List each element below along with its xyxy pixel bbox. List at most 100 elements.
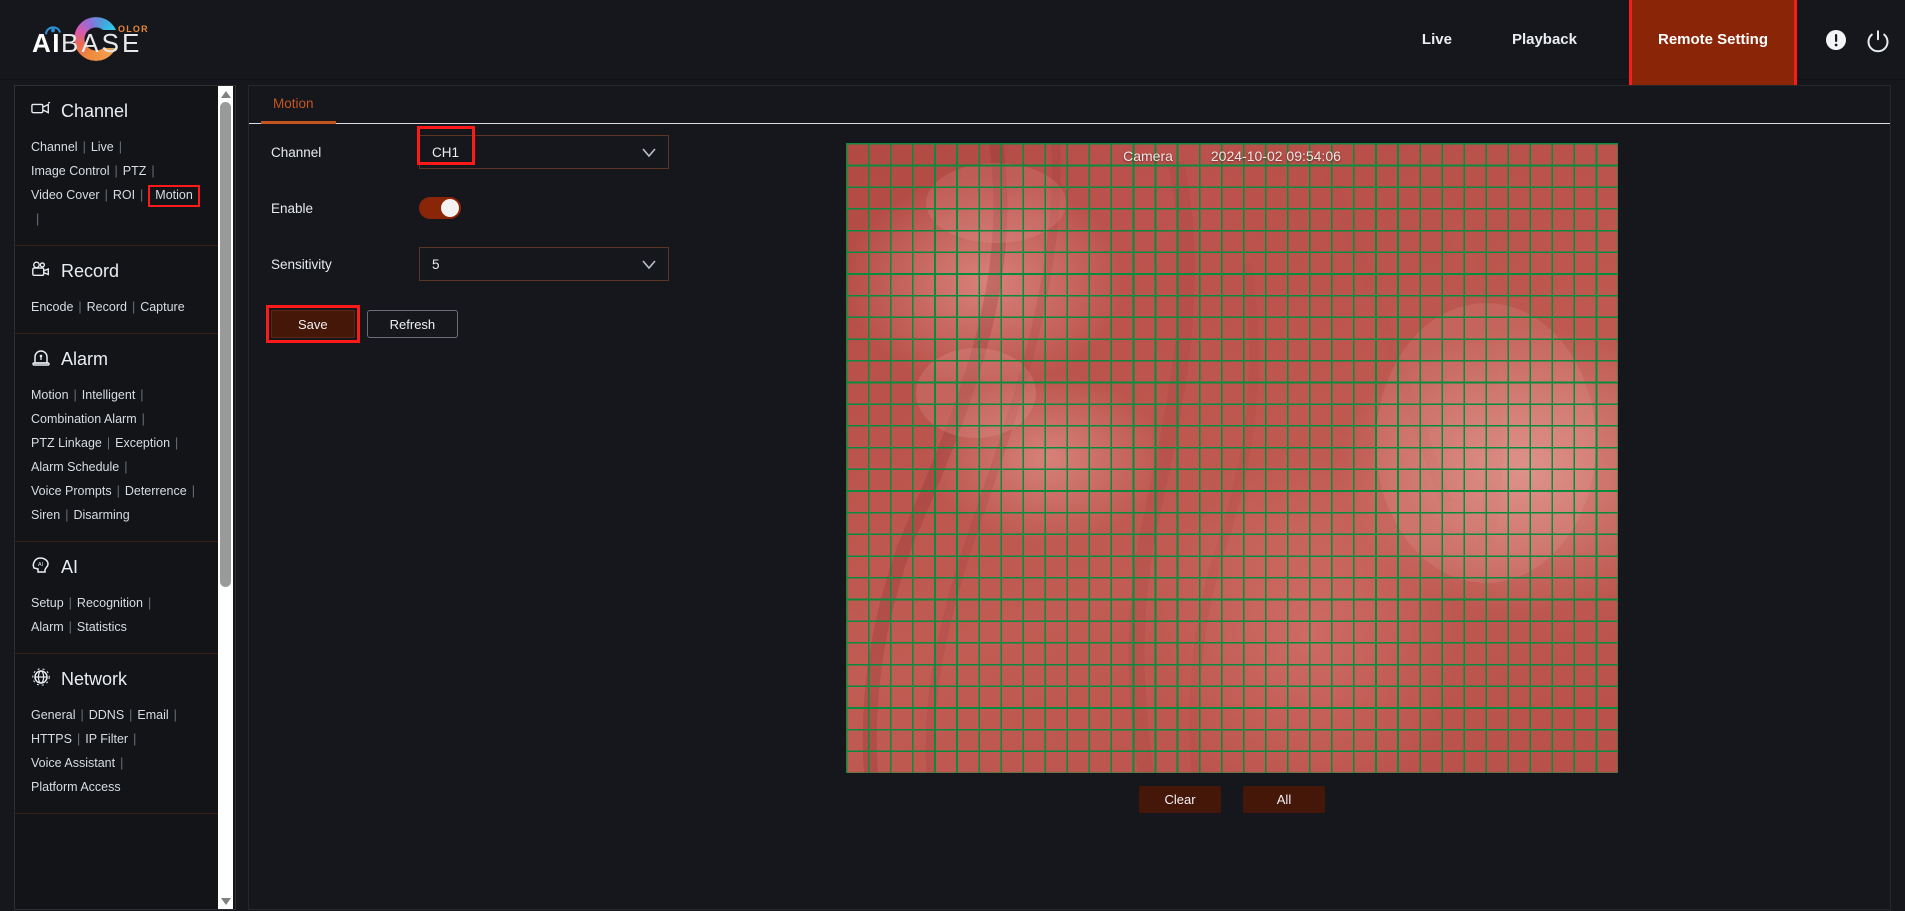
sidebar-item-combination-alarm[interactable]: Combination Alarm (31, 412, 137, 426)
sidebar-separator: | (116, 484, 120, 498)
sidebar-link-row: Alarm | Statistics (31, 615, 212, 639)
nav-item-live[interactable]: Live (1392, 0, 1482, 80)
sidebar-link-row: PTZ Linkage | Exception | (31, 431, 212, 455)
sidebar-separator: | (124, 460, 128, 474)
sidebar-item-voice-assistant[interactable]: Voice Assistant (31, 756, 115, 770)
sidebar-link-list: Encode | Record | Capture (15, 295, 220, 319)
sidebar-item-general[interactable]: General (31, 708, 75, 722)
sidebar-item-platform-access[interactable]: Platform Access (31, 780, 121, 794)
sidebar-separator: | (82, 140, 86, 154)
sidebar-item-ip-filter[interactable]: IP Filter (85, 732, 128, 746)
power-icon[interactable] (1865, 27, 1891, 53)
sidebar-item-channel[interactable]: Channel (31, 140, 78, 154)
clear-button[interactable]: Clear (1139, 786, 1221, 813)
scroll-up-arrow-icon[interactable] (220, 88, 231, 102)
sidebar-separator: | (151, 164, 155, 178)
sidebar-item-capture[interactable]: Capture (140, 300, 184, 314)
motion-settings-form: Channel CH1 Enable Sensitivity 5 Save Re… (249, 124, 889, 343)
settings-sidebar[interactable]: Channel Channel | Live | Image Control | PTZ | Vi… (14, 85, 236, 910)
sidebar-link-row: Encode | Record | Capture (31, 295, 212, 319)
sidebar-group-channel: Channel Channel | Live | Image Control | PTZ | Vi… (15, 86, 220, 246)
enable-toggle[interactable] (419, 197, 461, 219)
camera-icon (31, 100, 51, 123)
sidebar-item-video-cover[interactable]: Video Cover (31, 188, 100, 202)
sidebar-separator: | (68, 596, 72, 610)
nav-item-playback[interactable]: Playback (1482, 0, 1607, 80)
sidebar-item-roi[interactable]: ROI (113, 188, 135, 202)
sidebar-item-ddns[interactable]: DDNS (89, 708, 124, 722)
sidebar-separator: | (114, 164, 118, 178)
sidebar-separator: | (104, 188, 108, 202)
sidebar-separator: | (140, 388, 144, 402)
sidebar-separator: | (78, 300, 82, 314)
sidebar-group-network: Network General | DDNS | Email | HTTPS | IP Filte… (15, 654, 220, 814)
refresh-button[interactable]: Refresh (366, 310, 459, 338)
sidebar-link-row: Voice Assistant | (31, 751, 212, 775)
sidebar-item-exception[interactable]: Exception (115, 436, 170, 450)
scrollbar-thumb[interactable] (220, 102, 231, 587)
info-icon[interactable] (1823, 27, 1849, 53)
sidebar-item-https[interactable]: HTTPS (31, 732, 72, 746)
sidebar-item-setup[interactable]: Setup (31, 596, 64, 610)
sidebar-link-row: Combination Alarm | (31, 407, 212, 431)
sidebar-separator: | (73, 388, 77, 402)
sidebar-separator: | (129, 708, 133, 722)
sidebar-link-row: Platform Access (31, 775, 212, 799)
camera-video-frame: Camera 2024-10-02 09:54:06 (846, 143, 1618, 773)
sidebar-item-motion[interactable]: Motion (31, 388, 69, 402)
video-osd: Camera 2024-10-02 09:54:06 (1123, 148, 1341, 164)
svg-text:AI: AI (38, 562, 43, 568)
sidebar-separator: | (65, 508, 69, 522)
video-camera-name: Camera (1123, 148, 1173, 164)
sidebar-item-ptz[interactable]: PTZ (123, 164, 147, 178)
sidebar-link-list: Channel | Live | Image Control | PTZ | Video Cov… (15, 135, 220, 231)
scroll-down-arrow-icon[interactable] (220, 895, 231, 909)
sidebar-item-encode[interactable]: Encode (31, 300, 73, 314)
sidebar-item-email[interactable]: Email (137, 708, 168, 722)
motion-grid-overlay[interactable] (846, 143, 1618, 773)
logo-arc-icon (44, 26, 62, 35)
sensitivity-select[interactable]: 5 (419, 247, 669, 281)
sidebar-separator: | (76, 732, 81, 746)
sidebar-link-row: Setup | Recognition | (31, 591, 212, 615)
sidebar-link-row: Image Control | PTZ | (31, 159, 212, 183)
sidebar-scrollbar[interactable] (218, 86, 233, 909)
sidebar-item-intelligent[interactable]: Intelligent (82, 388, 136, 402)
sidebar-group-header: Network (15, 668, 220, 691)
sidebar-item-statistics[interactable]: Statistics (77, 620, 127, 634)
toggle-knob (441, 199, 459, 217)
sidebar-item-voice-prompts[interactable]: Voice Prompts (31, 484, 112, 498)
motion-area-preview[interactable]: Camera 2024-10-02 09:54:06 (846, 143, 1618, 773)
sidebar-item-image-control[interactable]: Image Control (31, 164, 110, 178)
save-button[interactable]: Save (271, 310, 355, 338)
sidebar-link-row: Siren | Disarming (31, 503, 212, 527)
sidebar-item-alarm-schedule[interactable]: Alarm Schedule (31, 460, 119, 474)
all-button[interactable]: All (1243, 786, 1325, 813)
chevron-down-icon (642, 148, 656, 158)
sidebar-group-header: Channel (15, 100, 220, 123)
sidebar-item-alarm[interactable]: Alarm (31, 620, 64, 634)
sidebar-item-deterrence[interactable]: Deterrence (125, 484, 187, 498)
sidebar-item-live[interactable]: Live (91, 140, 114, 154)
nav-item-remote-setting-label: Remote Setting (1628, 0, 1797, 94)
sidebar-separator: | (140, 188, 144, 202)
sidebar-item-ptz-linkage[interactable]: PTZ Linkage (31, 436, 102, 450)
sidebar-group-title: Alarm (61, 349, 109, 369)
sidebar-group-alarm: Alarm Motion | Intelligent | Combination Alar… (15, 334, 220, 542)
tab-motion[interactable]: Motion (261, 86, 336, 124)
sidebar-link-list: Motion | Intelligent | Combination Alarm | PTZ… (15, 383, 220, 527)
nav-item-remote-setting[interactable]: Remote Setting (1628, 0, 1797, 94)
sidebar-link-row: Channel | Live | (31, 135, 212, 159)
sidebar-group-ai: AI AI Setup | Recognition | Alarm | Statistics (15, 542, 220, 654)
channel-select[interactable]: CH1 (417, 126, 669, 169)
tab-bar: Motion (249, 86, 1890, 124)
sidebar-item-disarming[interactable]: Disarming (73, 508, 129, 522)
sensitivity-select-value: 5 (432, 256, 440, 272)
sidebar-item-motion[interactable]: Motion (148, 185, 200, 207)
sidebar-item-siren[interactable]: Siren (31, 508, 60, 522)
sidebar-item-recognition[interactable]: Recognition (77, 596, 143, 610)
logo-olor-text: OLOR (118, 24, 149, 34)
sidebar-item-record[interactable]: Record (87, 300, 127, 314)
ai-head-icon: AI (31, 556, 51, 579)
video-timestamp: 2024-10-02 09:54:06 (1210, 148, 1341, 164)
